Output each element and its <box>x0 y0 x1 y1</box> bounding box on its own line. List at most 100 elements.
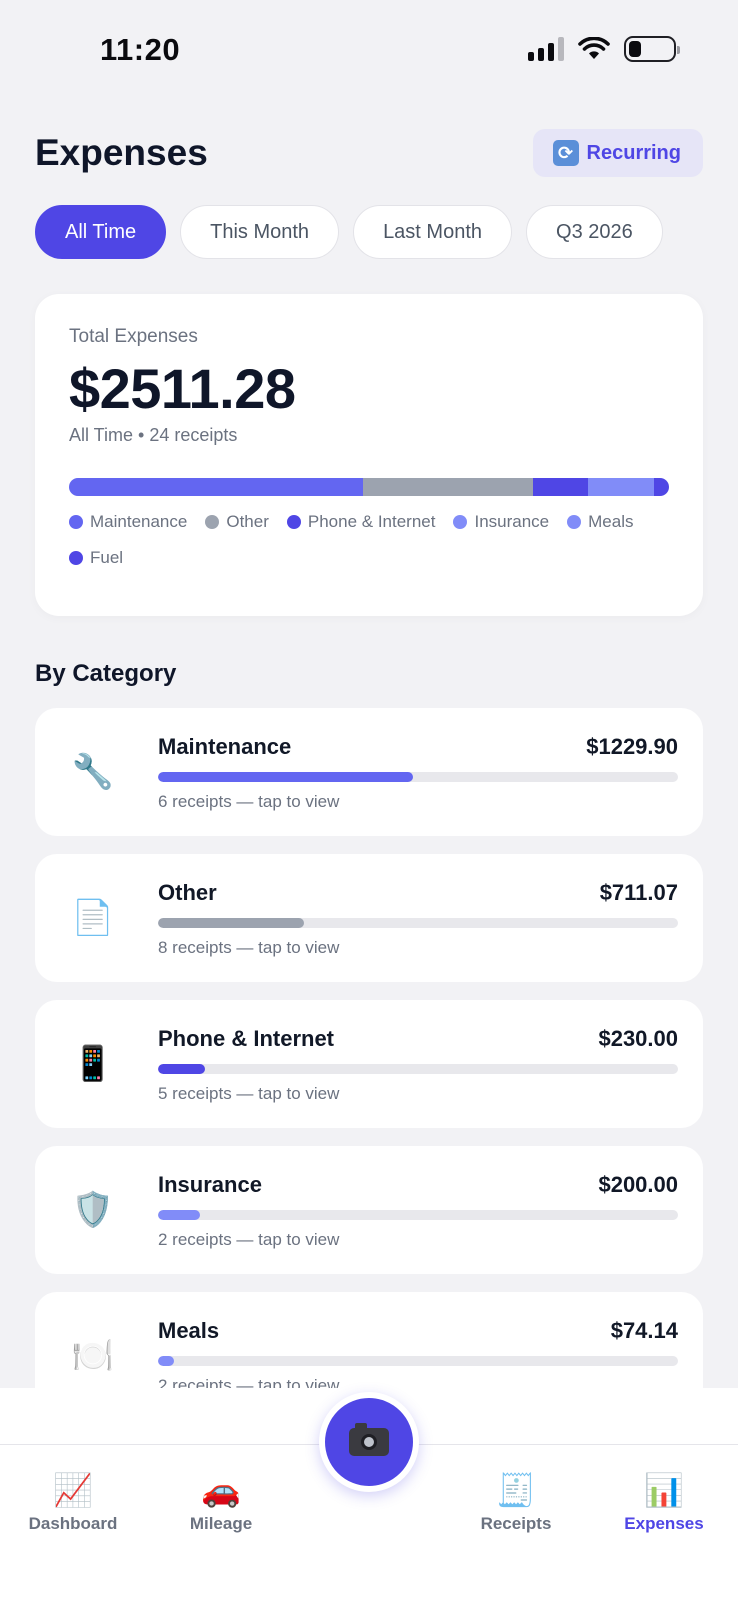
battery-icon <box>624 36 680 62</box>
period-filters: All Time This Month Last Month Q3 2026 <box>35 205 663 259</box>
filter-this-month[interactable]: This Month <box>180 205 340 259</box>
status-time: 11:20 <box>100 32 181 67</box>
legend-dot <box>205 515 220 529</box>
wifi-icon <box>578 37 610 59</box>
category-legend: Maintenance Other Phone & Internet Insuranc… <box>69 512 669 568</box>
recurring-icon: ⟳ <box>552 140 579 166</box>
category-amount: $1229.90 <box>586 734 678 759</box>
category-progress-fill <box>158 1064 205 1074</box>
category-amount: $200.00 <box>598 1172 678 1197</box>
breakdown-segment <box>635 478 654 496</box>
camera-button[interactable] <box>319 1392 419 1492</box>
status-icons <box>528 36 680 62</box>
category-progress-fill <box>158 772 413 782</box>
filter-all-time[interactable]: All Time <box>35 205 167 259</box>
breakdown-segment <box>532 478 588 496</box>
legend-dot <box>286 515 301 529</box>
category-progress-track <box>158 1356 678 1366</box>
wrench-icon: 🔧 <box>71 753 115 791</box>
category-amount: $74.14 <box>610 1318 678 1343</box>
category-progress-track <box>158 918 678 928</box>
nav-mileage[interactable]: 🚗 Mileage <box>156 1470 286 1534</box>
document-icon: 📄 <box>71 899 115 937</box>
category-list: 🔧 Maintenance $1229.90 6 receipts — tap … <box>35 708 703 1388</box>
phone-icon: 📱 <box>71 1045 115 1083</box>
receipt-count: 24 receipts <box>149 425 238 445</box>
legend-dot <box>69 551 83 565</box>
category-name: Other <box>158 880 217 905</box>
cellular-signal-icon <box>528 37 564 61</box>
category-name: Insurance <box>158 1172 262 1197</box>
nav-label: Dashboard <box>28 1514 118 1533</box>
legend-item: Other <box>205 512 269 532</box>
category-card-other[interactable]: 📄 Other $711.07 8 receipts — tap to view <box>35 854 703 982</box>
legend-dot <box>69 515 83 529</box>
legend-item: Insurance <box>453 512 549 532</box>
shield-icon: 🛡️ <box>71 1191 115 1229</box>
breakdown-segment <box>69 478 363 496</box>
breakdown-segment <box>653 478 669 496</box>
bar-chart-icon: 📊 <box>644 1472 684 1508</box>
category-name: Maintenance <box>158 734 292 759</box>
category-progress-fill <box>158 918 304 928</box>
receipt-icon: 🧾 <box>496 1472 536 1508</box>
category-receipts: 8 receipts — tap to view <box>158 938 340 957</box>
category-card-meals[interactable]: 🍽️ Meals $74.14 2 receipts — tap to view <box>35 1292 703 1388</box>
page-title: Expenses <box>35 132 208 173</box>
category-name: Meals <box>158 1318 220 1343</box>
legend-item: Fuel <box>69 548 123 568</box>
period-label: All Time <box>69 425 134 445</box>
filter-q3-2026[interactable]: Q3 2026 <box>526 205 663 259</box>
category-name: Phone & Internet <box>158 1026 335 1051</box>
category-receipts: 6 receipts — tap to view <box>158 792 340 811</box>
legend-item: Phone & Internet <box>286 512 436 532</box>
separator-dot: • <box>138 425 150 445</box>
car-icon: 🚗 <box>201 1472 241 1508</box>
legend-item: Maintenance <box>69 512 187 532</box>
nav-receipts[interactable]: 🧾 Receipts <box>451 1470 581 1534</box>
nav-label: Receipts <box>480 1514 552 1533</box>
total-amount: $2511.28 <box>69 357 296 420</box>
category-breakdown-bar <box>69 478 669 496</box>
category-progress-fill <box>158 1210 200 1220</box>
legend-label: Fuel <box>90 548 124 567</box>
breakdown-segment <box>587 478 636 496</box>
status-bar: 11:20 <box>0 0 738 100</box>
total-expenses-card: Total Expenses $2511.28 All Time • 24 re… <box>35 294 703 616</box>
legend-label: Maintenance <box>90 512 188 531</box>
nav-dashboard[interactable]: 📈 Dashboard <box>8 1470 138 1534</box>
total-subtitle: All Time • 24 receipts <box>69 425 669 446</box>
legend-dot <box>453 515 468 529</box>
camera-icon <box>349 1423 389 1456</box>
category-card-insurance[interactable]: 🛡️ Insurance $200.00 2 receipts — tap to… <box>35 1146 703 1274</box>
recurring-label: Recurring <box>586 141 681 164</box>
section-title: By Category <box>35 660 177 687</box>
legend-dot <box>567 515 582 529</box>
category-receipts: 5 receipts — tap to view <box>158 1084 340 1103</box>
nav-expenses[interactable]: 📊 Expenses <box>599 1470 729 1534</box>
category-card-maintenance[interactable]: 🔧 Maintenance $1229.90 6 receipts — tap … <box>35 708 703 836</box>
category-progress-fill <box>158 1356 174 1366</box>
plate-icon: 🍽️ <box>71 1337 115 1375</box>
category-progress-track <box>158 1064 678 1074</box>
legend-item: Meals <box>567 512 634 532</box>
recurring-button[interactable]: ⟳ Recurring <box>532 129 703 177</box>
legend-label: Phone & Internet <box>307 512 436 531</box>
filter-last-month[interactable]: Last Month <box>353 205 513 259</box>
category-progress-track <box>158 772 678 782</box>
nav-label: Expenses <box>624 1514 704 1533</box>
category-amount: $711.07 <box>599 880 678 905</box>
category-receipts: 2 receipts — tap to view <box>158 1230 340 1249</box>
total-label: Total Expenses <box>69 326 198 347</box>
legend-label: Meals <box>588 512 634 531</box>
chart-line-icon: 📈 <box>53 1472 93 1508</box>
breakdown-segment <box>363 478 533 496</box>
legend-label: Insurance <box>474 512 550 531</box>
category-amount: $230.00 <box>598 1026 678 1051</box>
legend-label: Other <box>226 512 269 531</box>
category-receipts: 2 receipts — tap to view <box>158 1376 340 1388</box>
category-card-phone-internet[interactable]: 📱 Phone & Internet $230.00 5 receipts — … <box>35 1000 703 1128</box>
category-progress-track <box>158 1210 678 1220</box>
nav-label: Mileage <box>189 1514 253 1533</box>
header: Expenses ⟳ Recurring <box>35 128 703 178</box>
